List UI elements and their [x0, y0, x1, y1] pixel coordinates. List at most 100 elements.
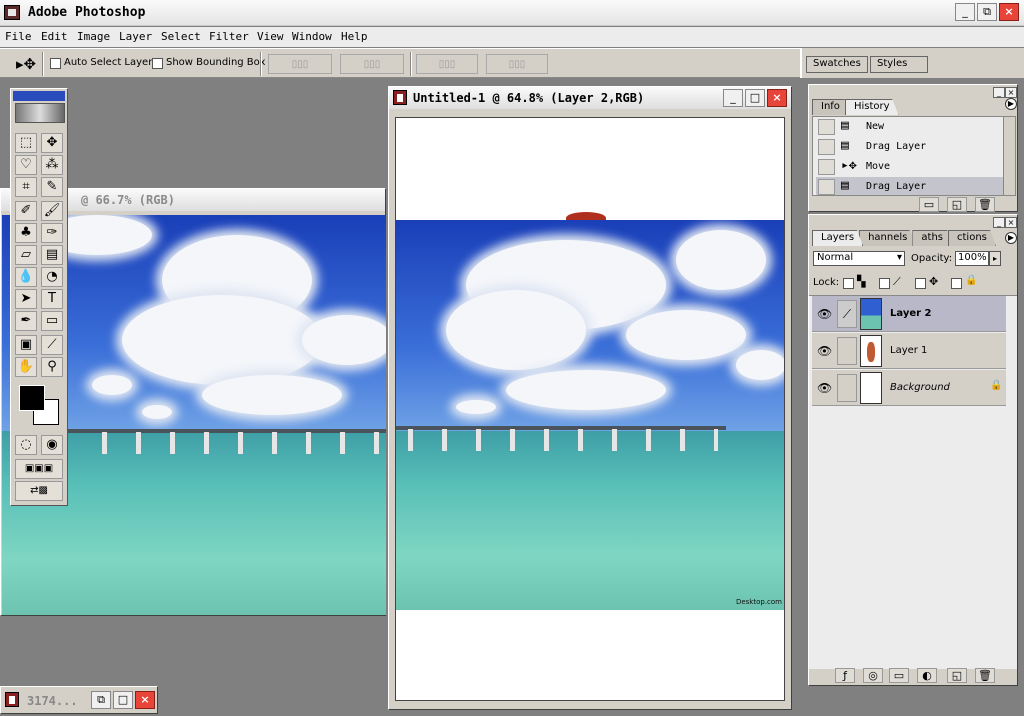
channels-tab[interactable]: hannels [859, 230, 917, 246]
distribute-vertical-group[interactable]: ▯▯▯ [416, 54, 478, 74]
minimized-restore-button[interactable]: ⧉ [91, 691, 111, 709]
auto-select-checkbox[interactable] [50, 58, 61, 69]
layers-tab[interactable]: Layers [812, 230, 864, 246]
lock-all-checkbox[interactable] [951, 278, 962, 289]
lock-transparency-checkbox[interactable] [843, 278, 854, 289]
opacity-input[interactable]: 100% [955, 251, 989, 266]
document-front-canvas[interactable]: Desktop.com [395, 117, 785, 701]
layers-panel-minimize-icon[interactable]: _ [993, 217, 1005, 228]
rectangle-tool-icon[interactable]: ▭ [41, 311, 63, 331]
layer-style-icon[interactable]: ƒ [835, 668, 855, 683]
brush-tool-icon[interactable]: 🖌 [41, 201, 63, 221]
delete-state-icon[interactable]: 🗑 [975, 197, 995, 212]
layer-row-layer-2[interactable]: 👁 ⟋ Layer 2 [812, 296, 1006, 332]
blend-mode-select[interactable]: Normal ▾ [813, 251, 905, 266]
distribute-horizontal-group[interactable]: ▯▯▯ [486, 54, 548, 74]
marquee-tool-icon[interactable]: ⬚ [15, 133, 37, 153]
menu-edit[interactable]: Edit [41, 30, 68, 43]
move-tool-icon[interactable]: ✥ [41, 133, 63, 153]
blur-tool-icon[interactable]: 💧 [15, 267, 37, 287]
history-item-drag-layer-current[interactable]: ▤ Drag Layer [816, 177, 1010, 195]
layer-mask-icon[interactable]: ◎ [863, 668, 883, 683]
clone-stamp-tool-icon[interactable]: ♣ [15, 223, 37, 243]
healing-brush-tool-icon[interactable]: ✐ [15, 201, 37, 221]
path-selection-tool-icon[interactable]: ➤ [15, 289, 37, 309]
hand-tool-icon[interactable]: ✋ [15, 357, 37, 377]
new-document-from-state-icon[interactable]: ▭ [919, 197, 939, 212]
document-front-title-bar[interactable]: Untitled-1 @ 64.8% (Layer 2,RGB) _ □ × [389, 87, 791, 109]
link-slot[interactable] [837, 374, 857, 402]
quick-mask-mode-icon[interactable]: ◉ [41, 435, 63, 455]
new-layer-icon[interactable]: ◱ [947, 668, 967, 683]
history-panel-minimize-icon[interactable]: _ [993, 87, 1005, 98]
layers-panel-close-icon[interactable]: × [1005, 217, 1017, 228]
document-maximize-button[interactable]: □ [745, 89, 765, 107]
link-slot[interactable] [837, 337, 857, 365]
history-tab[interactable]: History [844, 99, 899, 115]
history-scrollbar[interactable] [1003, 117, 1015, 195]
new-snapshot-icon[interactable]: ◱ [947, 197, 967, 212]
slice-tool-icon[interactable]: ✎ [41, 177, 63, 197]
magic-wand-tool-icon[interactable]: ⁂ [41, 155, 63, 175]
lock-image-checkbox[interactable] [879, 278, 890, 289]
history-item-move[interactable]: ▸✥ Move [816, 157, 1010, 177]
type-tool-icon[interactable]: T [41, 289, 63, 309]
app-minimize-button[interactable]: _ [955, 3, 975, 21]
actions-tab[interactable]: ctions [948, 230, 996, 246]
new-layer-set-icon[interactable]: ▭ [889, 668, 909, 683]
lasso-tool-icon[interactable]: ♡ [15, 155, 37, 175]
crop-tool-icon[interactable]: ⌗ [15, 177, 37, 197]
dodge-tool-icon[interactable]: ◔ [41, 267, 63, 287]
info-tab[interactable]: Info [812, 99, 849, 115]
opacity-slider-button[interactable]: ▸ [989, 251, 1001, 266]
document-minimize-button[interactable]: _ [723, 89, 743, 107]
menu-image[interactable]: Image [77, 30, 110, 43]
jump-to-imageready-icon[interactable]: ⇄▩ [15, 481, 63, 501]
app-restore-button[interactable]: ⧉ [977, 3, 997, 21]
app-close-button[interactable]: × [999, 3, 1019, 21]
align-vertical-group[interactable]: ▯▯▯ [268, 54, 332, 74]
show-bounding-checkbox[interactable] [152, 58, 163, 69]
align-horizontal-group[interactable]: ▯▯▯ [340, 54, 404, 74]
foreground-color-swatch[interactable] [19, 385, 45, 411]
layer-2-image[interactable]: Desktop.com [396, 220, 784, 610]
history-brush-tool-icon[interactable]: ✑ [41, 223, 63, 243]
styles-tab[interactable]: Styles [870, 56, 928, 73]
history-item-drag-layer[interactable]: ▤ Drag Layer [816, 137, 1010, 157]
standard-mode-icon[interactable]: ◌ [15, 435, 37, 455]
adobe-online-icon[interactable] [15, 103, 65, 123]
lock-position-checkbox[interactable] [915, 278, 926, 289]
color-swatches[interactable] [17, 383, 63, 429]
minimized-maximize-button[interactable]: □ [113, 691, 133, 709]
minimized-close-button[interactable]: × [135, 691, 155, 709]
menu-file[interactable]: File [5, 30, 32, 43]
toolbox-drag-bar[interactable] [13, 91, 65, 101]
eye-icon[interactable]: 👁 [817, 307, 832, 321]
pen-tool-icon[interactable]: ✒ [15, 311, 37, 331]
notes-tool-icon[interactable]: ▣ [15, 335, 37, 355]
eye-icon[interactable]: 👁 [817, 381, 832, 395]
history-item-new[interactable]: ▤ New [816, 117, 1010, 137]
history-panel-menu-icon[interactable]: ▶ [1005, 98, 1017, 110]
zoom-tool-icon[interactable]: ⚲ [41, 357, 63, 377]
document-close-button[interactable]: × [767, 89, 787, 107]
eye-icon[interactable]: 👁 [817, 344, 832, 358]
layer-row-layer-1[interactable]: 👁 Layer 1 [812, 333, 1006, 369]
screen-mode-icons[interactable]: ▣▣▣ [15, 459, 63, 479]
menu-select[interactable]: Select [161, 30, 201, 43]
layers-panel-menu-icon[interactable]: ▶ [1005, 232, 1017, 244]
menu-view[interactable]: View [257, 30, 284, 43]
eraser-tool-icon[interactable]: ▱ [15, 245, 37, 265]
move-tool-icon[interactable]: ▸✥ [16, 55, 36, 73]
document-window-front[interactable]: Untitled-1 @ 64.8% (Layer 2,RGB) _ □ × D… [388, 86, 792, 710]
minimized-document-window[interactable]: 3174... ⧉ □ × [0, 686, 158, 714]
menu-filter[interactable]: Filter [209, 30, 249, 43]
gradient-tool-icon[interactable]: ▤ [41, 245, 63, 265]
adjustment-layer-icon[interactable]: ◐ [917, 668, 937, 683]
history-panel-close-icon[interactable]: × [1005, 87, 1017, 98]
menu-help[interactable]: Help [341, 30, 368, 43]
delete-layer-icon[interactable]: 🗑 [975, 668, 995, 683]
menu-layer[interactable]: Layer [119, 30, 152, 43]
swatches-tab[interactable]: Swatches [806, 56, 868, 73]
paths-tab[interactable]: aths [912, 230, 952, 246]
